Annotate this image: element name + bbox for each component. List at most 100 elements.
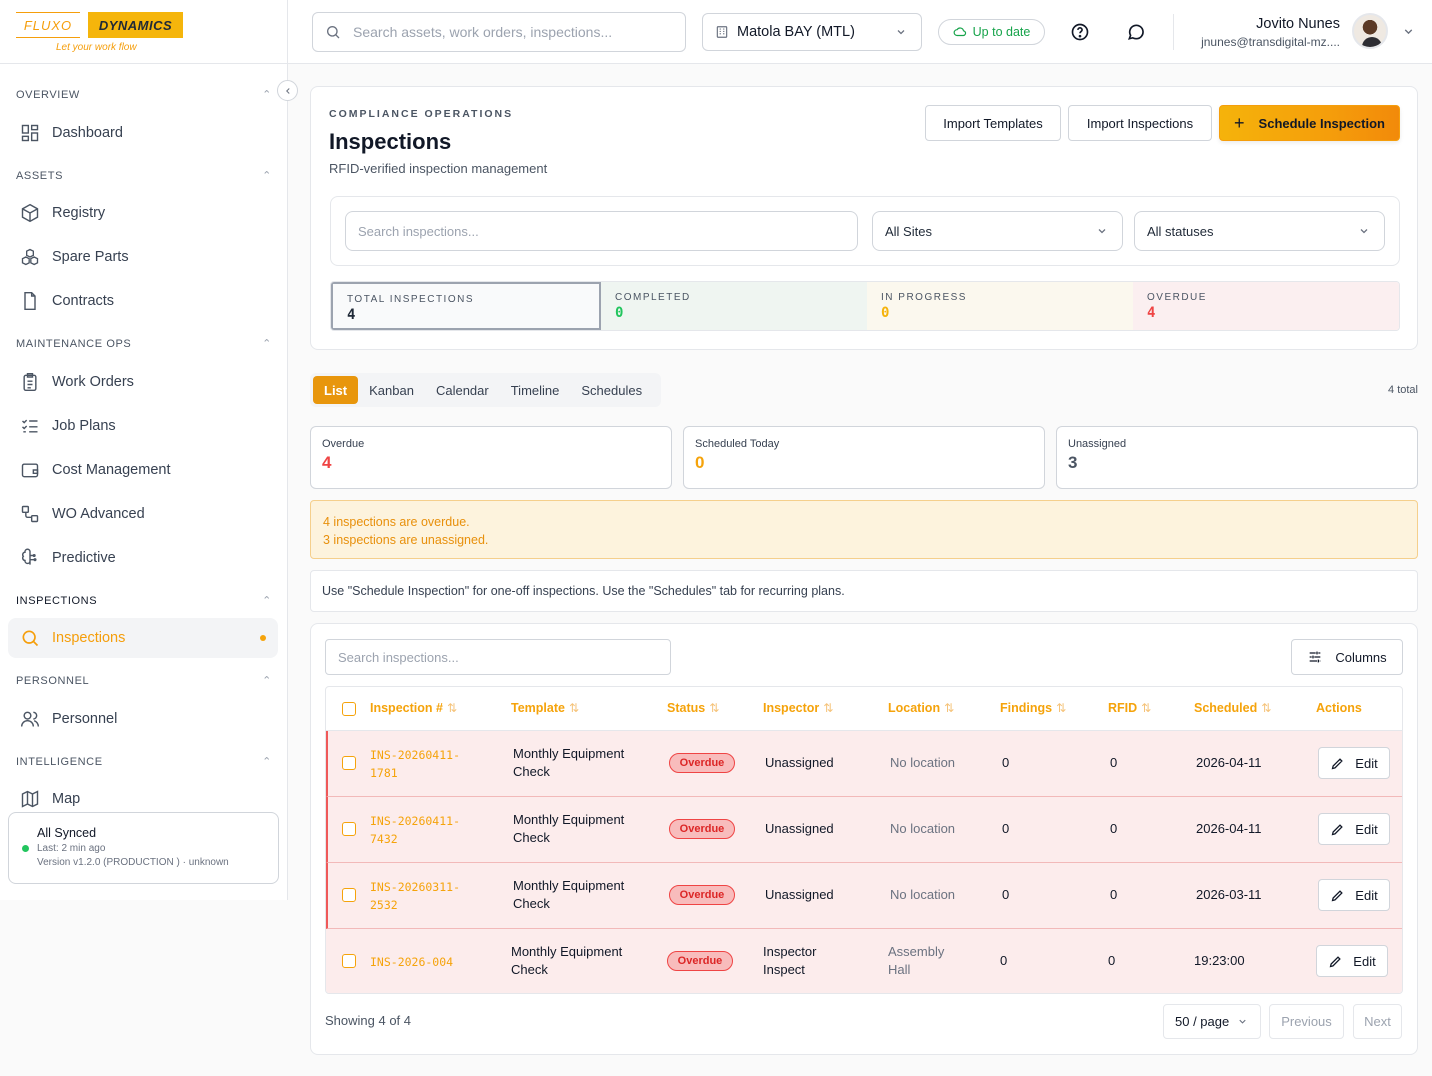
tab-list[interactable]: List (313, 376, 359, 404)
user-name[interactable]: Jovito Nunes (1256, 16, 1340, 32)
kpi-value: 3 (1068, 453, 1078, 472)
column-header-scheduled[interactable]: Scheduled ⇅ (1194, 701, 1271, 715)
import-inspections-button[interactable]: Import Inspections (1068, 105, 1212, 141)
sidebar-item-cost-management[interactable]: Cost Management (8, 450, 278, 490)
columns-button[interactable]: Columns (1291, 639, 1403, 675)
next-page-button[interactable]: Next (1353, 1004, 1402, 1039)
edit-button[interactable]: Edit (1318, 813, 1390, 845)
stat-overdue[interactable]: OVERDUE 4 (1133, 282, 1399, 330)
sidebar-item-contracts[interactable]: Contracts (8, 281, 278, 321)
section-assets[interactable]: ASSETS ⌃ (16, 169, 272, 183)
sidebar-item-spare-parts[interactable]: Spare Parts (8, 237, 278, 277)
table-row[interactable]: INS-20260311- 2532 Monthly Equipment Check… (326, 863, 1402, 929)
status-filter-select[interactable]: All statuses (1134, 211, 1385, 251)
site-selector[interactable]: Matola BAY (MTL) (702, 13, 922, 51)
kpi-overdue[interactable]: Overdue 4 (310, 426, 672, 489)
sidebar-item-job-plans[interactable]: Job Plans (8, 406, 278, 446)
kpi-unassigned[interactable]: Unassigned 3 (1056, 426, 1418, 489)
section-overview[interactable]: OVERVIEW ⌃ (16, 88, 272, 102)
edit-button[interactable]: Edit (1318, 747, 1390, 779)
help-icon[interactable] (1070, 22, 1090, 42)
chat-icon[interactable] (1126, 22, 1146, 42)
table-row[interactable]: INS-20260411- 1781 Monthly Equipment Check… (326, 731, 1402, 797)
tab-timeline[interactable]: Timeline (500, 376, 571, 404)
row-checkbox[interactable] (342, 888, 356, 902)
findings-cell: 0 (1002, 887, 1010, 902)
row-checkbox[interactable] (342, 822, 356, 836)
template-line: Monthly Equipment (513, 812, 625, 827)
stat-completed[interactable]: COMPLETED 0 (601, 282, 867, 330)
inspection-id-link[interactable]: INS-2026-004 (370, 953, 453, 971)
filters-panel: Search inspections... All Sites All stat… (330, 196, 1400, 266)
sidebar-item-wo-advanced[interactable]: WO Advanced (8, 494, 278, 534)
sort-icon: ⇅ (944, 701, 955, 715)
edit-button[interactable]: Edit (1316, 945, 1388, 977)
table-row[interactable]: INS-20260411- 7432 Monthly Equipment Check… (326, 797, 1402, 863)
template-line: Check (513, 764, 550, 779)
location-cell: No location (890, 886, 955, 904)
stat-value: 4 (1147, 305, 1156, 321)
previous-page-button[interactable]: Previous (1269, 1004, 1344, 1039)
column-header-findings[interactable]: Findings ⇅ (1000, 701, 1066, 715)
stat-value: 0 (615, 305, 624, 321)
site-filter-select[interactable]: All Sites (872, 211, 1123, 251)
scheduled-cell: 2026-04-11 (1196, 821, 1262, 836)
inspection-search-input[interactable]: Search inspections... (345, 211, 858, 251)
row-checkbox[interactable] (342, 954, 356, 968)
stat-in-progress[interactable]: IN PROGRESS 0 (867, 282, 1133, 330)
sort-icon: ⇅ (823, 701, 834, 715)
inspection-id-link[interactable]: INS-20260411- 1781 (370, 746, 460, 782)
select-all-checkbox[interactable] (342, 702, 356, 716)
global-search-input[interactable]: Search assets, work orders, inspections.… (312, 12, 686, 52)
sidebar-item-work-orders[interactable]: Work Orders (8, 362, 278, 402)
sidebar-item-predictive[interactable]: Predictive (8, 538, 278, 578)
edit-button[interactable]: Edit (1318, 879, 1390, 911)
sidebar-item-inspections[interactable]: Inspections (8, 618, 278, 658)
section-intelligence[interactable]: INTELLIGENCE ⌃ (16, 755, 272, 769)
section-title: PERSONNEL (16, 674, 90, 687)
tab-schedules[interactable]: Schedules (570, 376, 653, 404)
brand-logo[interactable]: FLUXO DYNAMICS Let your work flow (0, 0, 287, 64)
stat-label: IN PROGRESS (881, 292, 967, 303)
column-header-location[interactable]: Location ⇅ (888, 701, 954, 715)
table-header: Inspection # ⇅ Template ⇅ Status ⇅ Inspecto… (326, 687, 1402, 731)
app-version: Version v1.2.0 (PRODUCTION ) · unknown (37, 857, 229, 868)
inspector-line: Unassigned (765, 821, 834, 836)
pencil-icon (1331, 889, 1344, 901)
schedule-inspection-button[interactable]: + Schedule Inspection (1219, 105, 1400, 141)
sidebar-item-dashboard[interactable]: Dashboard (8, 113, 278, 153)
column-header-rfid[interactable]: RFID ⇅ (1108, 701, 1151, 715)
section-maintenance-ops[interactable]: MAINTENANCE OPS ⌃ (16, 337, 272, 351)
tab-kanban[interactable]: Kanban (358, 376, 425, 404)
tab-calendar[interactable]: Calendar (425, 376, 500, 404)
section-personnel[interactable]: PERSONNEL ⌃ (16, 674, 272, 688)
page-size-select[interactable]: 50 / page (1163, 1004, 1261, 1039)
inspection-id-link[interactable]: INS-20260311- 2532 (370, 878, 460, 914)
section-inspections[interactable]: INSPECTIONS ⌃ (16, 594, 272, 608)
kpi-scheduled-today[interactable]: Scheduled Today 0 (683, 426, 1045, 489)
stat-total-inspections[interactable]: TOTAL INSPECTIONS 4 (331, 282, 601, 330)
cloud-icon (953, 27, 966, 37)
table-search-input[interactable]: Search inspections... (325, 639, 671, 675)
import-templates-button[interactable]: Import Templates (925, 105, 1061, 141)
row-checkbox[interactable] (342, 756, 356, 770)
inspector-line: Inspect (763, 962, 805, 977)
sort-icon: ⇅ (568, 701, 580, 715)
sidebar-item-registry[interactable]: Registry (8, 193, 278, 233)
column-header-status[interactable]: Status ⇅ (667, 701, 719, 715)
collapse-sidebar-button[interactable] (277, 80, 298, 101)
inspection-id-link[interactable]: INS-20260411- 7432 (370, 812, 460, 848)
chevron-down-icon[interactable] (1402, 25, 1415, 38)
sidebar-item-label: Work Orders (52, 374, 134, 390)
column-header-inspection[interactable]: Inspection # ⇅ (370, 701, 457, 715)
column-header-label: Status (667, 701, 706, 715)
status-badge: Overdue (669, 753, 735, 773)
column-header-inspector[interactable]: Inspector ⇅ (763, 701, 833, 715)
avatar[interactable] (1352, 13, 1388, 49)
stats-bar: TOTAL INSPECTIONS 4 COMPLETED 0 IN PROGR… (330, 281, 1400, 331)
brain-icon (22, 548, 37, 565)
sidebar-item-personnel[interactable]: Personnel (8, 699, 278, 739)
table-row[interactable]: INS-2026-004 Monthly Equipment Check Over… (326, 929, 1402, 993)
column-header-template[interactable]: Template ⇅ (511, 701, 579, 715)
sync-status-badge[interactable]: Up to date (938, 19, 1045, 45)
